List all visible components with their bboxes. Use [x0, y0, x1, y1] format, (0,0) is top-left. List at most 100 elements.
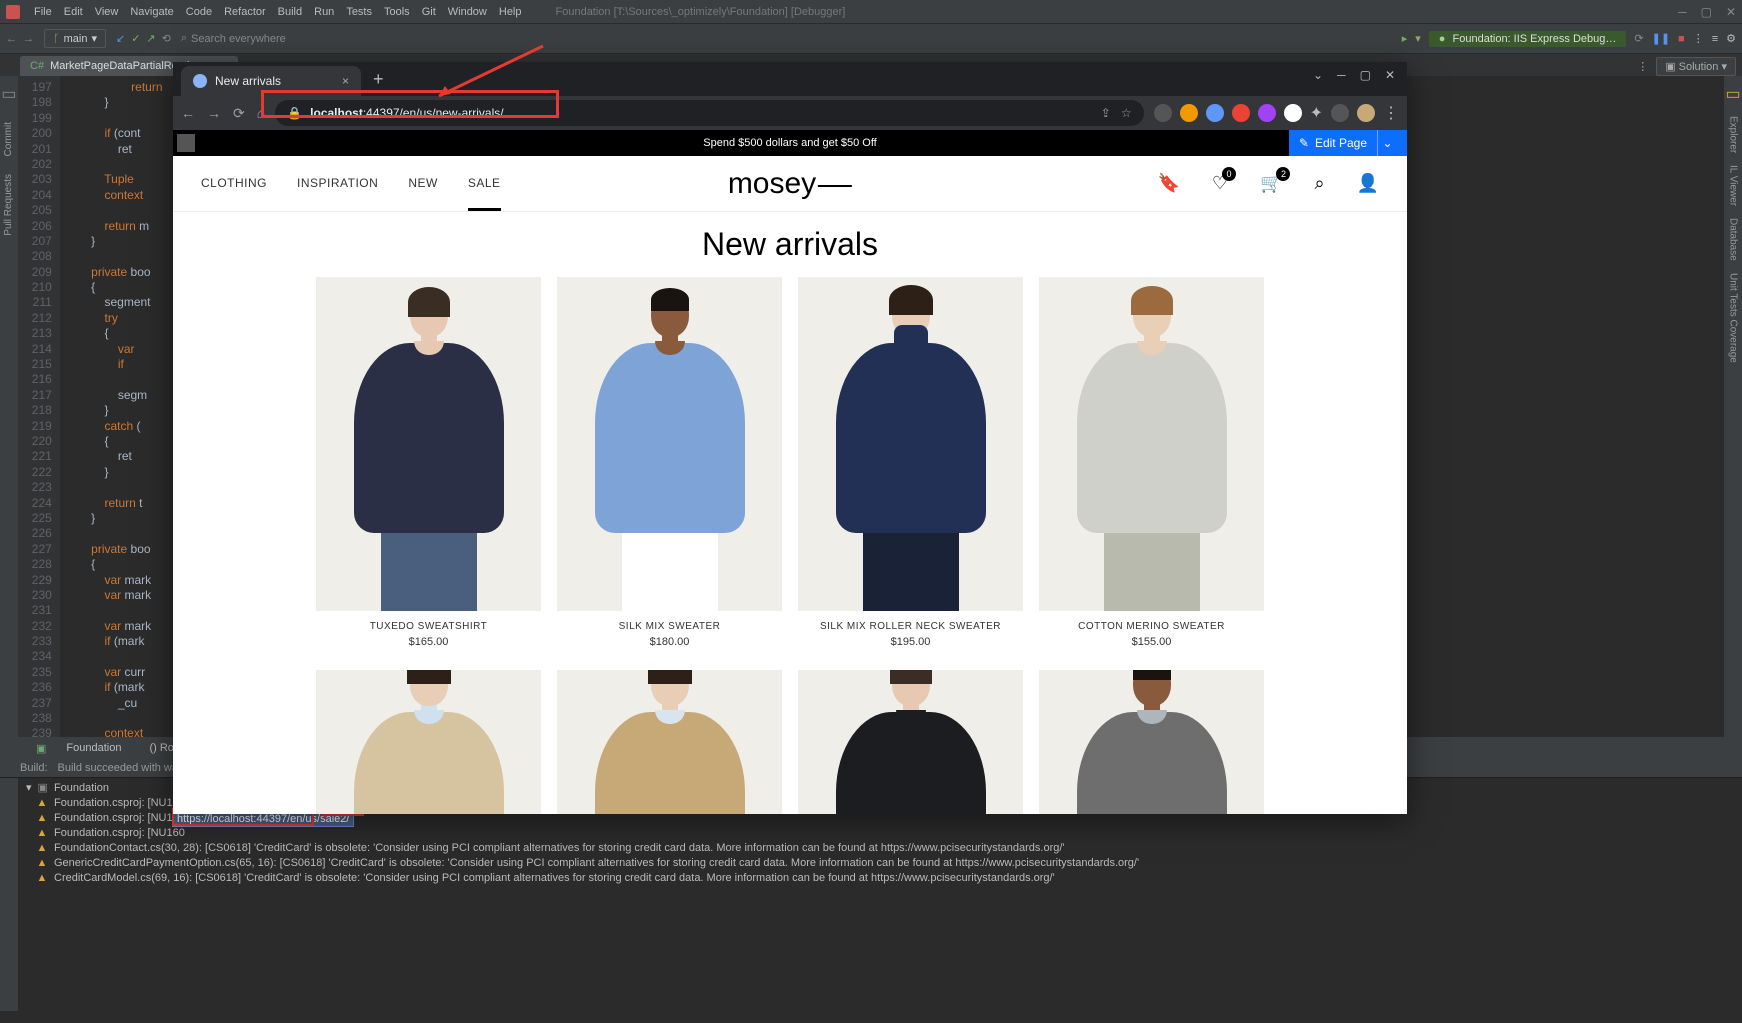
search-icon[interactable]: ⌕	[1314, 173, 1324, 194]
run-arrow-icon[interactable]: ▸	[1402, 32, 1408, 45]
extension-icon[interactable]	[1258, 104, 1276, 122]
close-icon[interactable]: ×	[342, 74, 349, 88]
menu-help[interactable]: Help	[499, 6, 522, 18]
product-card[interactable]	[316, 670, 541, 814]
new-tab-icon[interactable]: +	[361, 69, 396, 90]
menu-code[interactable]: Code	[186, 6, 212, 18]
debug-session-badge[interactable]: ● Foundation: IIS Express Debug…	[1429, 31, 1627, 47]
extension-icon[interactable]	[1206, 104, 1224, 122]
star-icon[interactable]: ☆	[1121, 106, 1132, 120]
problem-row[interactable]: ▲FoundationContact.cs(30, 28): [CS0618] …	[4, 840, 1742, 855]
menu-navigate[interactable]: Navigate	[130, 6, 173, 18]
edit-page-button[interactable]: ✎ Edit Page ⌄	[1289, 130, 1407, 156]
hamburger-icon[interactable]	[177, 134, 195, 152]
extension-icon[interactable]	[1331, 104, 1349, 122]
sidebar-unit-tests[interactable]: Unit Tests Coverage	[1728, 273, 1739, 363]
sidebar-commit[interactable]: Commit	[3, 122, 14, 156]
menu-edit[interactable]: Edit	[64, 6, 83, 18]
extension-icon[interactable]	[1154, 104, 1172, 122]
problem-row[interactable]: ▲GenericCreditCardPaymentOption.cs(65, 1…	[4, 855, 1742, 870]
chevron-down-icon[interactable]: ⌄	[1377, 130, 1397, 156]
ide-menus: File Edit View Navigate Code Refactor Bu…	[34, 6, 522, 18]
extension-icon[interactable]	[1180, 104, 1198, 122]
breadcrumb-icon[interactable]: ▣	[36, 742, 46, 755]
window-minimize-icon[interactable]: ─	[1337, 68, 1346, 82]
reload-icon[interactable]: ⟳	[233, 105, 245, 122]
tab-more-icon[interactable]: ⋮	[1637, 60, 1648, 73]
product-card[interactable]: COTTON MERINO SWEATER $155.00	[1039, 277, 1264, 648]
sidebar-il-viewer[interactable]: IL Viewer	[1728, 165, 1739, 206]
nav-back-icon[interactable]: ←	[6, 33, 17, 45]
extensions-puzzle-icon[interactable]: ✦	[1310, 103, 1323, 123]
product-card[interactable]: SILK MIX ROLLER NECK SWEATER $195.00	[798, 277, 1023, 648]
profile-avatar-icon[interactable]	[1357, 104, 1375, 122]
menu-refactor[interactable]: Refactor	[224, 6, 266, 18]
search-everywhere[interactable]: ⌕ Search everywhere	[181, 32, 286, 45]
solution-label: Solution	[1679, 61, 1719, 73]
sidebar-pull-requests[interactable]: Pull Requests	[3, 174, 14, 236]
settings-gear-icon[interactable]: ⚙	[1726, 32, 1736, 45]
product-grid: TUXEDO SWEATSHIRT $165.00 SILK MIX SWEAT…	[173, 277, 1407, 648]
vcs-history-icon[interactable]: ⟲	[162, 32, 171, 45]
problem-row[interactable]: ▲Foundation.csproj: [NU160	[4, 825, 1742, 840]
back-icon[interactable]: ←	[181, 105, 195, 122]
vcs-commit-icon[interactable]: ✓	[131, 32, 140, 45]
menu-tools[interactable]: Tools	[384, 6, 410, 18]
window-maximize-icon[interactable]: ▢	[1701, 5, 1712, 19]
omnibox[interactable]: 🔒 localhost:44397/en/us/new-arrivals/ ⇪ …	[275, 100, 1143, 126]
cart-icon[interactable]: 🛒2	[1260, 173, 1282, 194]
product-card[interactable]: SILK MIX SWEATER $180.00	[557, 277, 782, 648]
window-close-icon[interactable]: ✕	[1726, 5, 1736, 19]
vcs-push-icon[interactable]: ↗	[146, 32, 155, 45]
refresh-icon[interactable]: ⟳	[1634, 32, 1643, 45]
browser-menu-icon[interactable]: ⋮	[1383, 103, 1399, 123]
nav-sale[interactable]: SALE	[468, 176, 501, 211]
product-card[interactable]	[1039, 670, 1264, 814]
sidebar-database[interactable]: Database	[1728, 218, 1739, 261]
product-card[interactable]	[557, 670, 782, 814]
account-icon[interactable]: 👤	[1357, 173, 1379, 194]
pause-icon[interactable]: ❚❚	[1652, 32, 1670, 45]
bookmark-icon[interactable]: 🔖	[1158, 173, 1180, 194]
notifications-icon[interactable]: ▭	[1725, 84, 1740, 104]
menu-tests[interactable]: Tests	[346, 6, 372, 18]
nav-inspiration[interactable]: INSPIRATION	[297, 176, 378, 192]
menu-git[interactable]: Git	[422, 6, 436, 18]
menu-window[interactable]: Window	[448, 6, 487, 18]
run-config-dropdown[interactable]: ᚴ main ▾	[44, 29, 106, 48]
window-maximize-icon[interactable]: ▢	[1360, 68, 1371, 82]
product-card[interactable]	[798, 670, 1023, 814]
more-icon[interactable]: ⋮	[1693, 32, 1704, 45]
home-icon[interactable]: ⌂	[257, 105, 265, 122]
extension-icon[interactable]	[1284, 104, 1302, 122]
browser-tab[interactable]: New arrivals ×	[181, 66, 361, 96]
menu-view[interactable]: View	[95, 6, 119, 18]
window-close-icon[interactable]: ✕	[1385, 68, 1395, 82]
solution-dropdown[interactable]: ▣ Solution ▾	[1656, 57, 1736, 76]
breadcrumb-root[interactable]: Foundation	[58, 740, 129, 756]
store-logo[interactable]: mosey	[728, 167, 852, 201]
menu-run[interactable]: Run	[314, 6, 334, 18]
window-minimize-icon[interactable]: ─	[1678, 5, 1687, 19]
product-card[interactable]: TUXEDO SWEATSHIRT $165.00	[316, 277, 541, 648]
problem-row[interactable]: ▲CreditCardModel.cs(69, 16): [CS0618] 'C…	[4, 870, 1742, 885]
badge-count: 0	[1222, 167, 1236, 181]
share-icon[interactable]: ⇪	[1101, 106, 1111, 120]
tab-search-icon[interactable]: ⌄	[1313, 68, 1323, 82]
stop-icon[interactable]: ■	[1678, 33, 1685, 45]
menu-file[interactable]: File	[34, 6, 52, 18]
filter-icon[interactable]: ≡	[1712, 33, 1718, 45]
nav-clothing[interactable]: CLOTHING	[201, 176, 267, 192]
vcs-update-icon[interactable]: ↙	[116, 32, 125, 45]
wishlist-icon[interactable]: ♡0	[1212, 173, 1228, 194]
nav-forward-icon[interactable]: →	[23, 33, 34, 45]
menu-build[interactable]: Build	[278, 6, 302, 18]
code-column[interactable]: return } if (cont ret Tuple context retu…	[60, 76, 166, 737]
browser-extensions: ✦ ⋮	[1154, 103, 1399, 123]
nav-new[interactable]: NEW	[408, 176, 438, 192]
hammer-icon[interactable]: ▾	[1415, 32, 1421, 45]
forward-icon[interactable]: →	[207, 105, 221, 122]
project-tool-icon[interactable]: ▭	[1, 84, 16, 104]
extension-icon[interactable]	[1232, 104, 1250, 122]
sidebar-explorer[interactable]: Explorer	[1728, 116, 1739, 153]
